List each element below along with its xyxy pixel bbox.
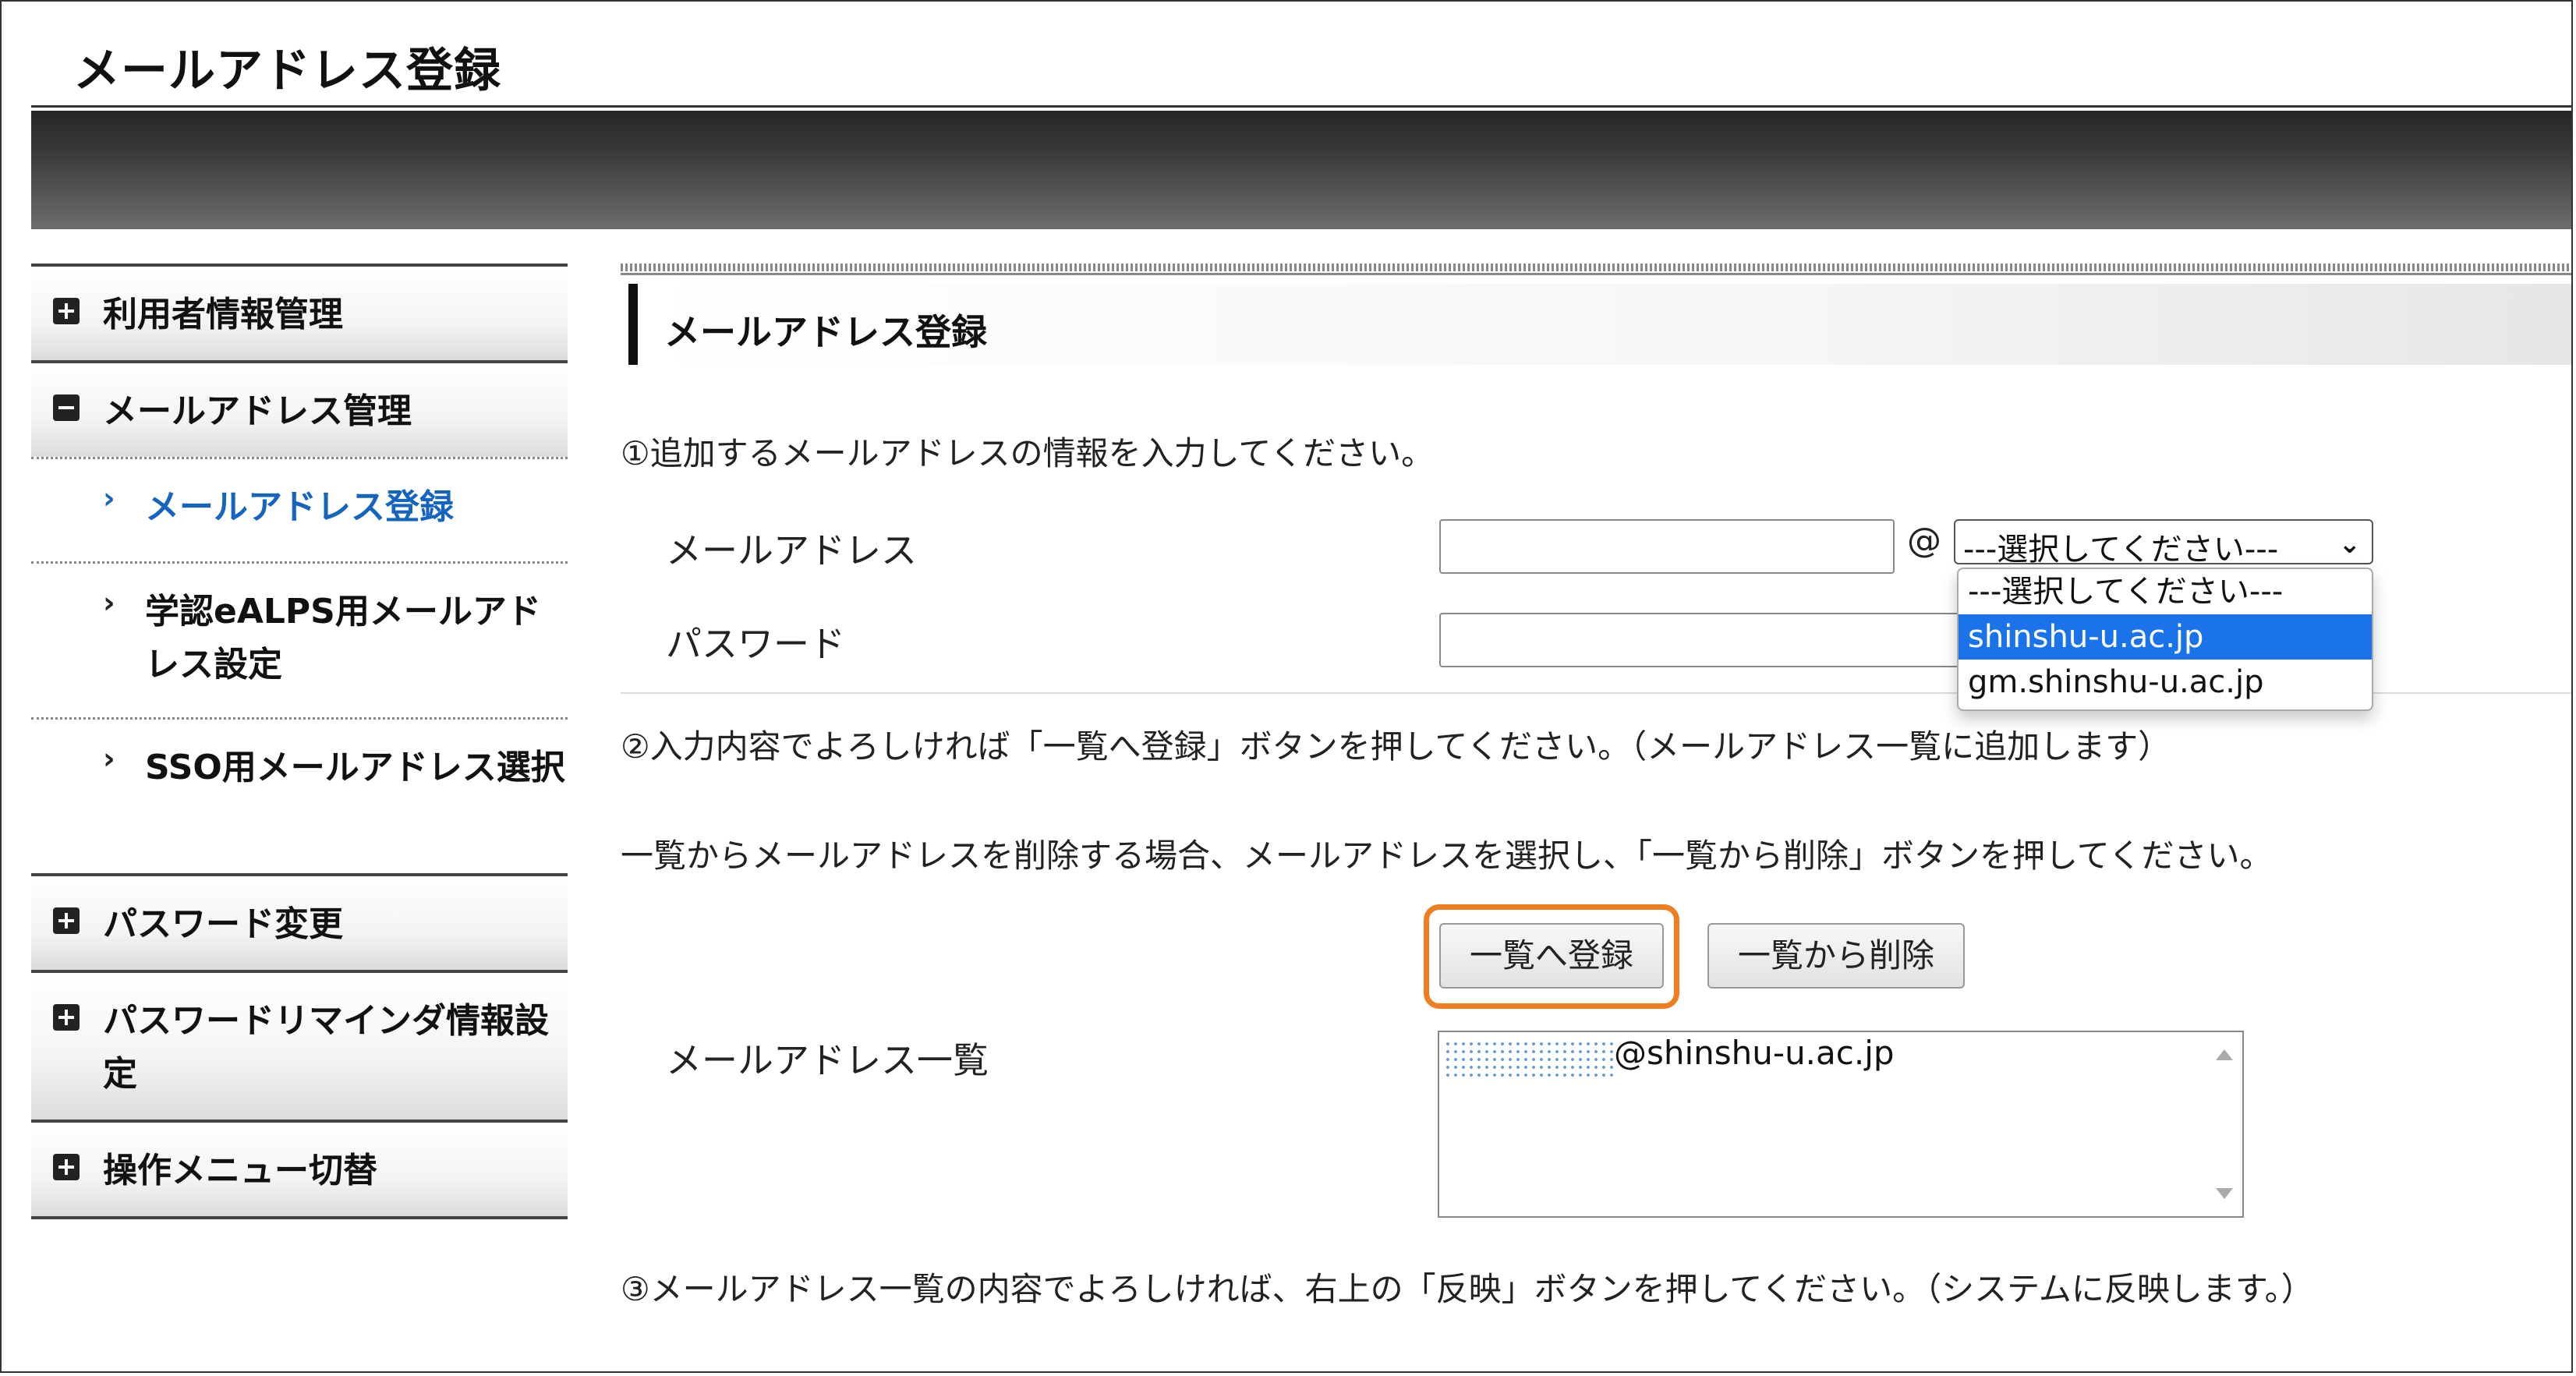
mail-list-label: メールアドレス一覧 bbox=[666, 1039, 989, 1081]
title-divider bbox=[31, 105, 2571, 108]
domain-select[interactable]: ---選択してください--- ⌄ bbox=[1954, 519, 2373, 568]
domain-option[interactable]: ---選択してください--- bbox=[1959, 569, 2372, 614]
domain-option-highlighted[interactable]: shinshu-u.ac.jp bbox=[1959, 614, 2372, 660]
email-local-input[interactable] bbox=[1439, 519, 1895, 574]
domain-option[interactable]: gm.shinshu-u.ac.jp bbox=[1959, 660, 2372, 705]
password-field-label: パスワード bbox=[666, 623, 845, 665]
sidebar-category-menu-switch[interactable]: 操作メニュー切替 bbox=[31, 1120, 568, 1216]
sidebar-category-label: パスワードリマインダ情報設定 bbox=[103, 1001, 549, 1094]
password-input[interactable] bbox=[1439, 613, 1985, 667]
sidebar-category-mail-management[interactable]: メールアドレス管理 bbox=[31, 360, 568, 457]
page-title: メールアドレス登録 bbox=[73, 44, 501, 98]
chevron-right-icon: › bbox=[103, 481, 115, 515]
sidebar-item-mail-register[interactable]: › メールアドレス登録 bbox=[31, 457, 568, 561]
sidebar-category-password-change[interactable]: パスワード変更 bbox=[31, 873, 568, 970]
sidebar-item-gakunin-ealps[interactable]: › 学認eALPS用メールアドレス設定 bbox=[31, 561, 568, 717]
expand-plus-icon bbox=[53, 1004, 80, 1031]
sidebar-category-user-info[interactable]: 利用者情報管理 bbox=[31, 264, 568, 360]
sidebar-category-label: 利用者情報管理 bbox=[103, 295, 343, 334]
delete-from-list-button[interactable]: 一覧から削除 bbox=[1707, 923, 1965, 989]
email-field-label: メールアドレス bbox=[666, 529, 917, 571]
step3-instruction: ③メールアドレス一覧の内容でよろしければ、右上の「反映」ボタンを押してください。… bbox=[621, 1270, 2314, 1308]
header-band bbox=[31, 111, 2571, 229]
sidebar-item-label: メールアドレス登録 bbox=[145, 487, 454, 527]
collapse-minus-icon bbox=[53, 394, 80, 421]
section-title: メールアドレス登録 bbox=[664, 311, 987, 353]
list-item[interactable]: @shinshu-u.ac.jp bbox=[1614, 1034, 1895, 1072]
chevron-right-icon: › bbox=[103, 585, 115, 620]
sidebar-category-label: メールアドレス管理 bbox=[103, 391, 412, 431]
expand-plus-icon bbox=[53, 907, 80, 934]
sidebar-item-sso-mail[interactable]: › SSO用メールアドレス選択 bbox=[31, 717, 568, 873]
chevron-down-icon: ⌄ bbox=[2338, 529, 2362, 560]
sidebar-category-password-reminder[interactable]: パスワードリマインダ情報設定 bbox=[31, 970, 568, 1120]
sidebar-bottom-rule bbox=[31, 1216, 568, 1219]
section-top-rule-line bbox=[621, 273, 2571, 275]
mail-address-list[interactable]: @shinshu-u.ac.jp bbox=[1438, 1031, 2244, 1218]
sidebar-item-label: 学認eALPS用メールアドレス設定 bbox=[145, 592, 541, 684]
register-button-highlight bbox=[1424, 904, 1679, 1009]
sidebar-item-label: SSO用メールアドレス選択 bbox=[145, 748, 565, 787]
domain-dropdown-list: ---選択してください--- shinshu-u.ac.jp gm.shinsh… bbox=[1957, 568, 2373, 711]
step1-instruction: ①追加するメールアドレスの情報を入力してください。 bbox=[621, 434, 1435, 472]
list-scrollbar[interactable] bbox=[2208, 1032, 2242, 1216]
chevron-right-icon: › bbox=[103, 741, 115, 776]
sidebar-category-label: 操作メニュー切替 bbox=[103, 1151, 377, 1190]
masked-username bbox=[1444, 1040, 1614, 1079]
expand-plus-icon bbox=[53, 1154, 80, 1180]
scroll-up-arrow-icon[interactable] bbox=[2216, 1049, 2233, 1060]
at-sign: @ bbox=[1907, 521, 1941, 561]
delete-instruction: 一覧からメールアドレスを削除する場合、メールアドレスを選択し、「一覧から削除」ボ… bbox=[621, 837, 2273, 875]
expand-plus-icon bbox=[53, 298, 80, 324]
domain-select-value: ---選択してください--- bbox=[1963, 532, 2279, 568]
step2-instruction: ②入力内容でよろしければ「一覧へ登録」ボタンを押してください。（メールアドレス一… bbox=[621, 727, 2171, 766]
sidebar-menu: 利用者情報管理 メールアドレス管理 › メールアドレス登録 › 学認eALPS用… bbox=[31, 264, 568, 1219]
sidebar-category-label: パスワード変更 bbox=[103, 904, 343, 944]
scroll-down-arrow-icon[interactable] bbox=[2216, 1188, 2233, 1199]
section-header: メールアドレス登録 bbox=[628, 284, 2571, 365]
section-top-rule bbox=[621, 264, 2571, 271]
window-frame: メールアドレス登録 利用者情報管理 メールアドレス管理 › メールアドレス登録 … bbox=[0, 0, 2573, 1373]
